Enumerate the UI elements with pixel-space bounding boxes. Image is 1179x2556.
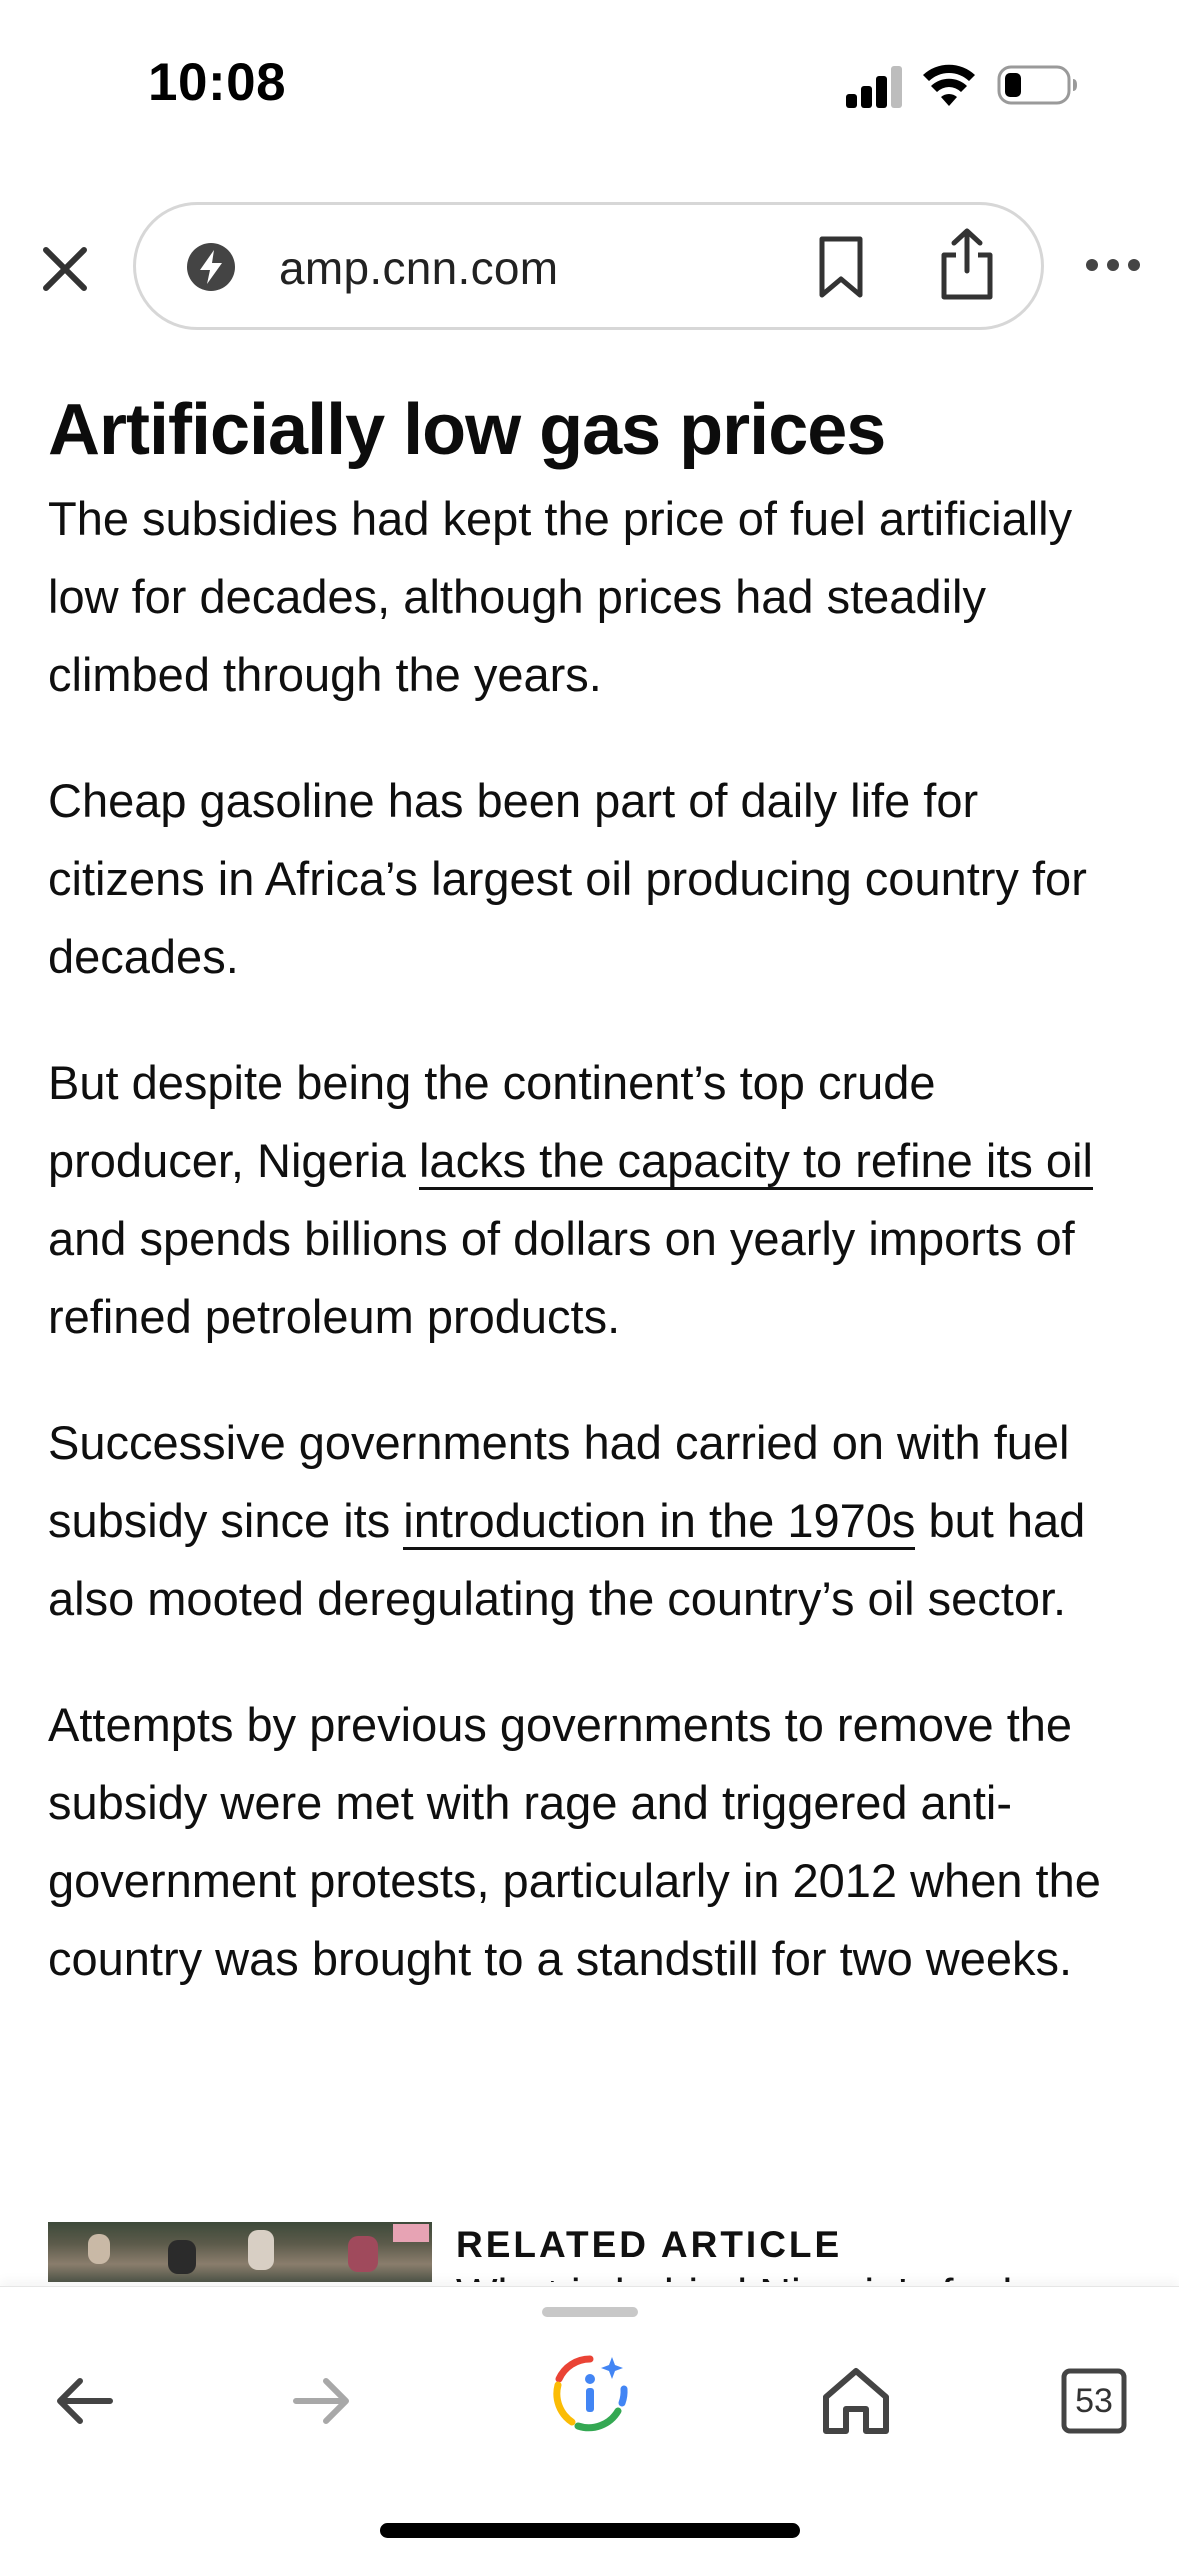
bottom-toolbar: 53 (0, 2286, 1179, 2556)
more-icon[interactable] (1084, 253, 1142, 277)
cellular-signal-icon (846, 66, 904, 108)
paragraph-3: But despite being the continent’s top cr… (48, 1044, 1138, 1356)
tab-count: 53 (1075, 2381, 1113, 2420)
paragraph-1: The subsidies had kept the price of fuel… (48, 492, 1073, 701)
paragraph-3-text-b: and spends billions of dollars on yearly… (48, 1212, 1075, 1343)
browser-toolbar: amp.cnn.com (0, 195, 1179, 335)
home-indicator[interactable] (380, 2523, 800, 2538)
bolt-icon[interactable] (186, 242, 236, 292)
google-lens-icon[interactable] (550, 2353, 630, 2433)
forward-arrow-icon[interactable] (282, 2361, 362, 2441)
home-icon[interactable] (816, 2361, 896, 2441)
status-bar: 10:08 (0, 0, 1179, 150)
refine-oil-link[interactable]: lacks the capacity to refine its oil (418, 1134, 1093, 1190)
address-bar[interactable]: amp.cnn.com (133, 202, 1044, 330)
related-article-thumbnail[interactable] (48, 2222, 432, 2282)
paragraph-2: Cheap gasoline has been part of daily li… (48, 774, 1087, 983)
page: 10:08 amp.cnn.com Artificially low gas p… (0, 0, 1179, 2556)
status-time: 10:08 (148, 53, 287, 112)
introduction-1970s-link[interactable]: introduction in the 1970s (403, 1494, 916, 1550)
back-arrow-icon[interactable] (44, 2361, 124, 2441)
paragraph-5: Attempts by previous governments to remo… (48, 1698, 1101, 1985)
url-text[interactable]: amp.cnn.com (279, 241, 558, 295)
related-article[interactable]: RELATED ARTICLE What is behind Nigeria's… (48, 2222, 1148, 2282)
wifi-icon (923, 64, 975, 106)
paragraph-4: Successive governments had carried on wi… (48, 1404, 1138, 1638)
share-icon[interactable] (936, 227, 998, 301)
tabs-button[interactable]: 53 (1054, 2361, 1134, 2441)
close-icon[interactable] (36, 240, 94, 298)
article-body: Artificially low gas prices The subsidie… (48, 380, 1138, 2046)
bookmark-icon[interactable] (812, 235, 870, 299)
related-article-label: RELATED ARTICLE (456, 2224, 843, 2265)
related-article-headline[interactable]: What is behind Nigeria's fuel (456, 2270, 1012, 2282)
sheet-grabber[interactable] (542, 2307, 638, 2317)
battery-icon (997, 65, 1077, 105)
section-heading: Artificially low gas prices (48, 390, 886, 470)
